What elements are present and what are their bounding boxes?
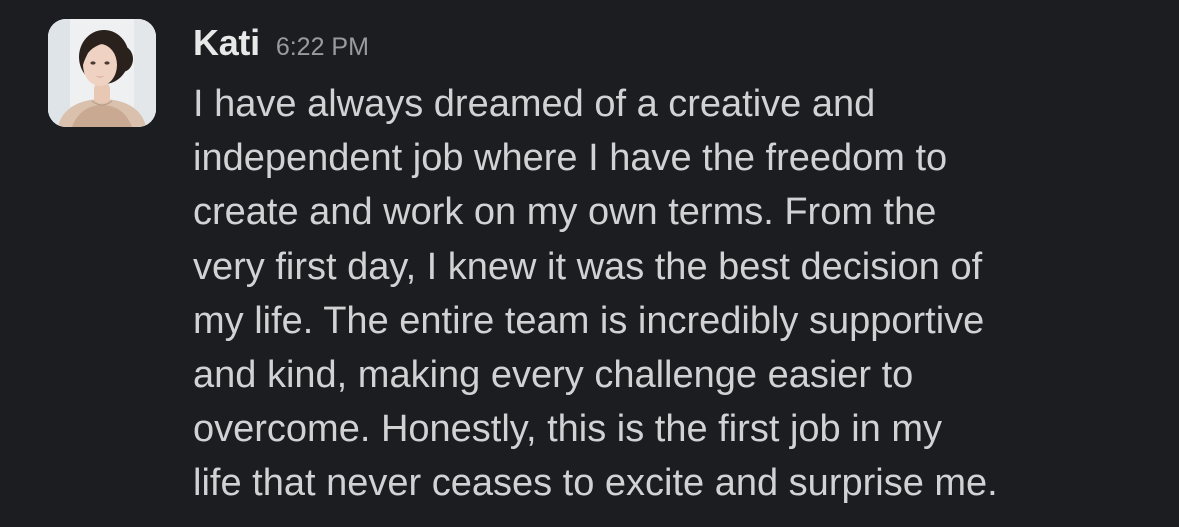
author-name[interactable]: Kati [193,22,260,64]
message-line: life that never ceases to excite and sur… [193,462,998,505]
message-line: I have always dreamed of a creative and [193,83,876,125]
message-line: and kind, making every challenge easier … [193,354,914,397]
message-header: Kati 6:22 PM [193,22,1153,74]
message-content: Kati 6:22 PM I have always dreamed of a … [193,22,1153,511]
message-line: my life. The entire team is incredibly s… [193,299,985,342]
message-text: I have always dreamed of a creative and … [193,77,1153,511]
message-line: create and work on my own terms. From th… [193,191,937,234]
message-line: independent job where I have the freedom… [193,137,948,180]
message-line: very first day, I knew it was the best d… [193,245,983,288]
user-avatar[interactable] [48,19,156,127]
message-timestamp[interactable]: 6:22 PM [276,33,369,62]
chat-message: Kati 6:22 PM I have always dreamed of a … [0,0,1179,527]
message-line: overcome. Honestly, this is the first jo… [193,408,942,451]
avatar-photo-icon [48,19,156,127]
